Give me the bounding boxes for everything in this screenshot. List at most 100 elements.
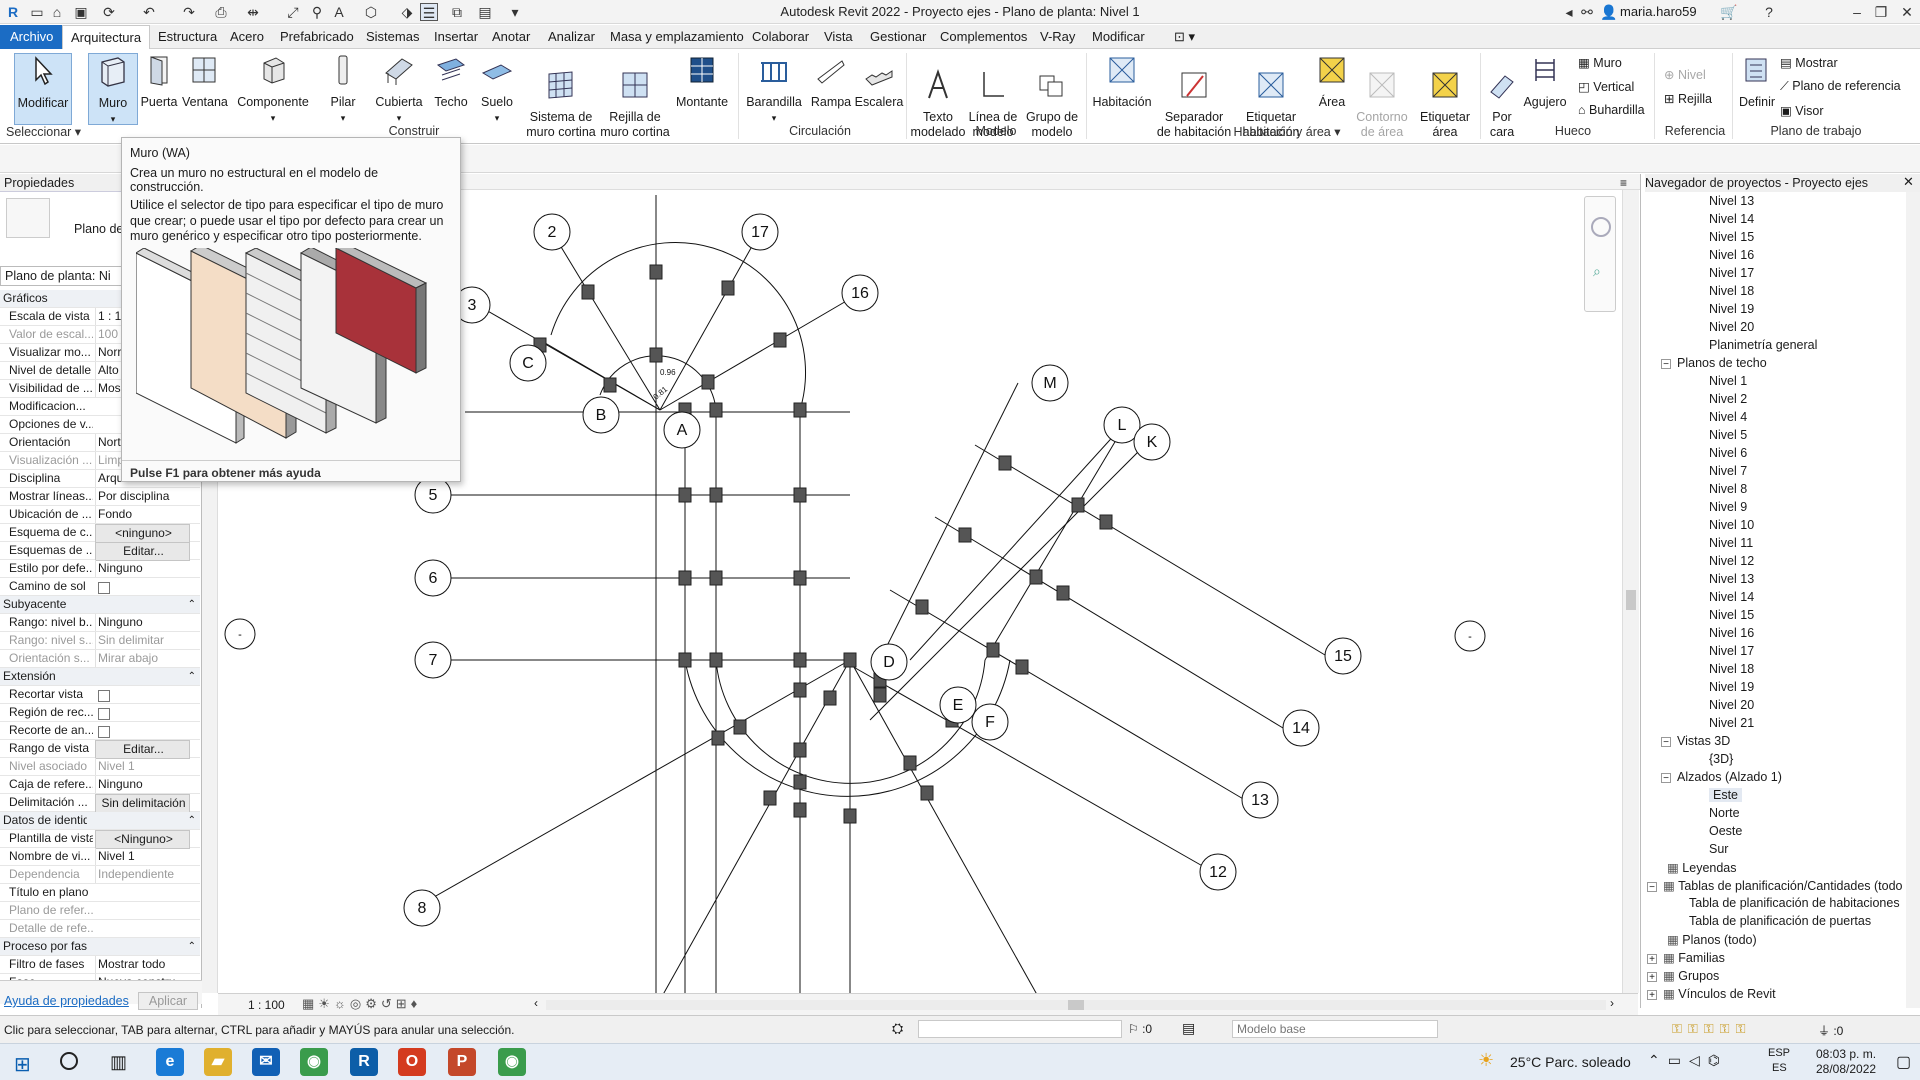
grid-line[interactable] (419, 659, 851, 906)
browser-node[interactable]: ▦ Leyendas (1667, 860, 1737, 875)
property-value[interactable]: Sin delimitar (95, 632, 190, 649)
hscroll-right-icon[interactable]: › (1610, 996, 1614, 1010)
expand-icon[interactable]: − (1661, 359, 1671, 370)
column-marker[interactable] (793, 774, 807, 790)
browser-node[interactable]: Nivel 17 (1709, 644, 1754, 658)
property-value[interactable]: Mirar abajo (95, 650, 190, 667)
collapse-icon[interactable]: ⌃ (188, 668, 196, 685)
tab-options-icon[interactable]: ⊡ ▾ (1166, 25, 1203, 49)
hscroll-left-icon[interactable]: ‹ (534, 996, 538, 1010)
column-marker[interactable] (1015, 659, 1029, 675)
browser-node[interactable]: Tabla de planificación de habitaciones (1689, 896, 1900, 910)
grid-bubble-label[interactable]: 5 (429, 487, 438, 504)
column-marker[interactable] (733, 719, 747, 735)
tab-vista[interactable]: Vista (816, 25, 861, 49)
browser-node[interactable]: − Vistas 3D (1661, 734, 1730, 748)
browser-node[interactable]: Nivel 1 (1709, 374, 1747, 388)
user-icon[interactable]: 👤 (1600, 3, 1618, 21)
grid-bubble-label[interactable]: D (883, 654, 895, 671)
column-marker[interactable] (649, 347, 663, 363)
grid-bubble-label[interactable]: F (985, 714, 995, 731)
collapse-icon[interactable]: ⌃ (188, 596, 196, 613)
clock-time[interactable]: 08:03 p. m. (1816, 1047, 1876, 1061)
column-marker[interactable] (709, 487, 723, 503)
property-row[interactable]: Región de rec... (0, 704, 200, 722)
tab-acero[interactable]: Acero (222, 25, 272, 49)
property-row[interactable]: Mostrar líneas... Por disciplina (0, 488, 200, 506)
browser-node[interactable]: Nivel 12 (1709, 554, 1754, 568)
chrome-icon[interactable]: ◉ (300, 1048, 328, 1076)
tab-masa[interactable]: Masa y emplazamiento (602, 25, 752, 49)
grid-line[interactable] (659, 659, 851, 1001)
grupo-modelo-button[interactable]: Grupo de modelo (1022, 53, 1082, 140)
grid-line[interactable] (909, 419, 1129, 661)
column-marker[interactable] (793, 402, 807, 418)
browser-node[interactable]: Nivel 13 (1709, 194, 1754, 208)
zoom-icon[interactable]: ⌕ (1593, 263, 1601, 280)
browser-node[interactable]: Oeste (1709, 824, 1742, 838)
browser-node[interactable]: − Planos de techo (1661, 356, 1767, 370)
apply-button[interactable]: Aplicar (138, 992, 198, 1010)
edge-icon[interactable]: e (156, 1048, 184, 1076)
canvas-vertical-scrollbar[interactable] (1622, 190, 1639, 993)
property-row[interactable]: Esquema de c... <ninguno> (0, 524, 200, 543)
lang-top[interactable]: ESP (1768, 1047, 1790, 1059)
plano-referencia-button[interactable]: ⟋ Plano de referencia (1780, 79, 1901, 94)
browser-node[interactable]: Nivel 20 (1709, 320, 1754, 334)
column-marker[interactable] (823, 690, 837, 706)
collapse-icon[interactable]: ⌃ (188, 938, 196, 955)
column-marker[interactable] (678, 570, 692, 586)
browser-node[interactable]: Nivel 11 (1709, 536, 1753, 550)
group-seleccionar[interactable]: Seleccionar ▾ (6, 124, 82, 139)
property-value[interactable]: Mostrar todo (95, 956, 190, 973)
browser-close-icon[interactable]: ✕ (1903, 174, 1914, 190)
task-view-icon[interactable]: ▥ (110, 1052, 127, 1073)
windows-start-icon[interactable]: ⊞ (14, 1052, 31, 1077)
property-value[interactable]: Por disciplina (95, 488, 190, 505)
property-row[interactable]: Rango de vista Editar... (0, 740, 200, 759)
property-value[interactable]: Fondo (95, 506, 190, 523)
sistema-muro-cortina-button[interactable]: Sistema de muro cortina (526, 53, 596, 140)
rejilla-button[interactable]: ⊞ Rejilla (1664, 91, 1712, 106)
tab-colaborar[interactable]: Colaborar (744, 25, 817, 49)
tab-vray[interactable]: V-Ray (1032, 25, 1083, 49)
browser-node[interactable]: Nivel 10 (1709, 518, 1754, 532)
scroll-thumb[interactable] (1626, 590, 1636, 610)
column-marker[interactable] (998, 455, 1012, 471)
grid-bubble-label[interactable]: L (1118, 417, 1127, 434)
column-marker[interactable] (843, 808, 857, 824)
browser-node[interactable]: Nivel 21 (1709, 716, 1754, 730)
property-value[interactable]: Ninguno (95, 614, 190, 631)
column-marker[interactable] (701, 374, 715, 390)
column-marker[interactable] (1071, 497, 1085, 513)
panel-menu-icon[interactable]: ≡ (1620, 176, 1627, 190)
property-value[interactable]: Ninguno (95, 776, 190, 793)
property-value[interactable]: Independiente (95, 866, 190, 883)
componente-button[interactable]: Componente ▾ (236, 53, 310, 126)
column-marker[interactable] (773, 332, 787, 348)
agujero-button[interactable]: Agujero (1522, 53, 1568, 110)
property-row[interactable]: Plantilla de vista <Ninguno> (0, 830, 200, 849)
column-marker[interactable] (603, 377, 617, 393)
property-row[interactable]: Nivel asociado Nivel 1 (0, 758, 200, 776)
column-marker[interactable] (915, 599, 929, 615)
grid-bubble-label[interactable]: 13 (1251, 792, 1269, 809)
browser-node[interactable]: Nivel 15 (1709, 230, 1754, 244)
mostrar-button[interactable]: ▤ Mostrar (1780, 55, 1838, 70)
binoculars-icon[interactable]: ⚯ (1578, 3, 1596, 21)
grid-bubble-label[interactable]: 12 (1209, 864, 1227, 881)
column-marker[interactable] (793, 652, 807, 668)
browser-scrollbar[interactable] (1906, 192, 1920, 1008)
property-row[interactable]: Ubicación de ... Fondo (0, 506, 200, 524)
property-checkbox[interactable] (98, 582, 110, 594)
column-marker[interactable] (958, 527, 972, 543)
column-marker[interactable] (1099, 514, 1113, 530)
design-options-icon[interactable]: ▤ (1182, 1020, 1195, 1037)
grid-line[interactable] (869, 439, 1151, 721)
grid-bubble-label[interactable]: 2 (548, 224, 557, 241)
modificar-button[interactable]: Modificar (14, 53, 72, 125)
hscroll-thumb[interactable] (1068, 1000, 1084, 1010)
property-row[interactable]: Detalle de refe... (0, 920, 200, 938)
browser-node[interactable]: Nivel 18 (1709, 662, 1754, 676)
column-marker[interactable] (678, 652, 692, 668)
